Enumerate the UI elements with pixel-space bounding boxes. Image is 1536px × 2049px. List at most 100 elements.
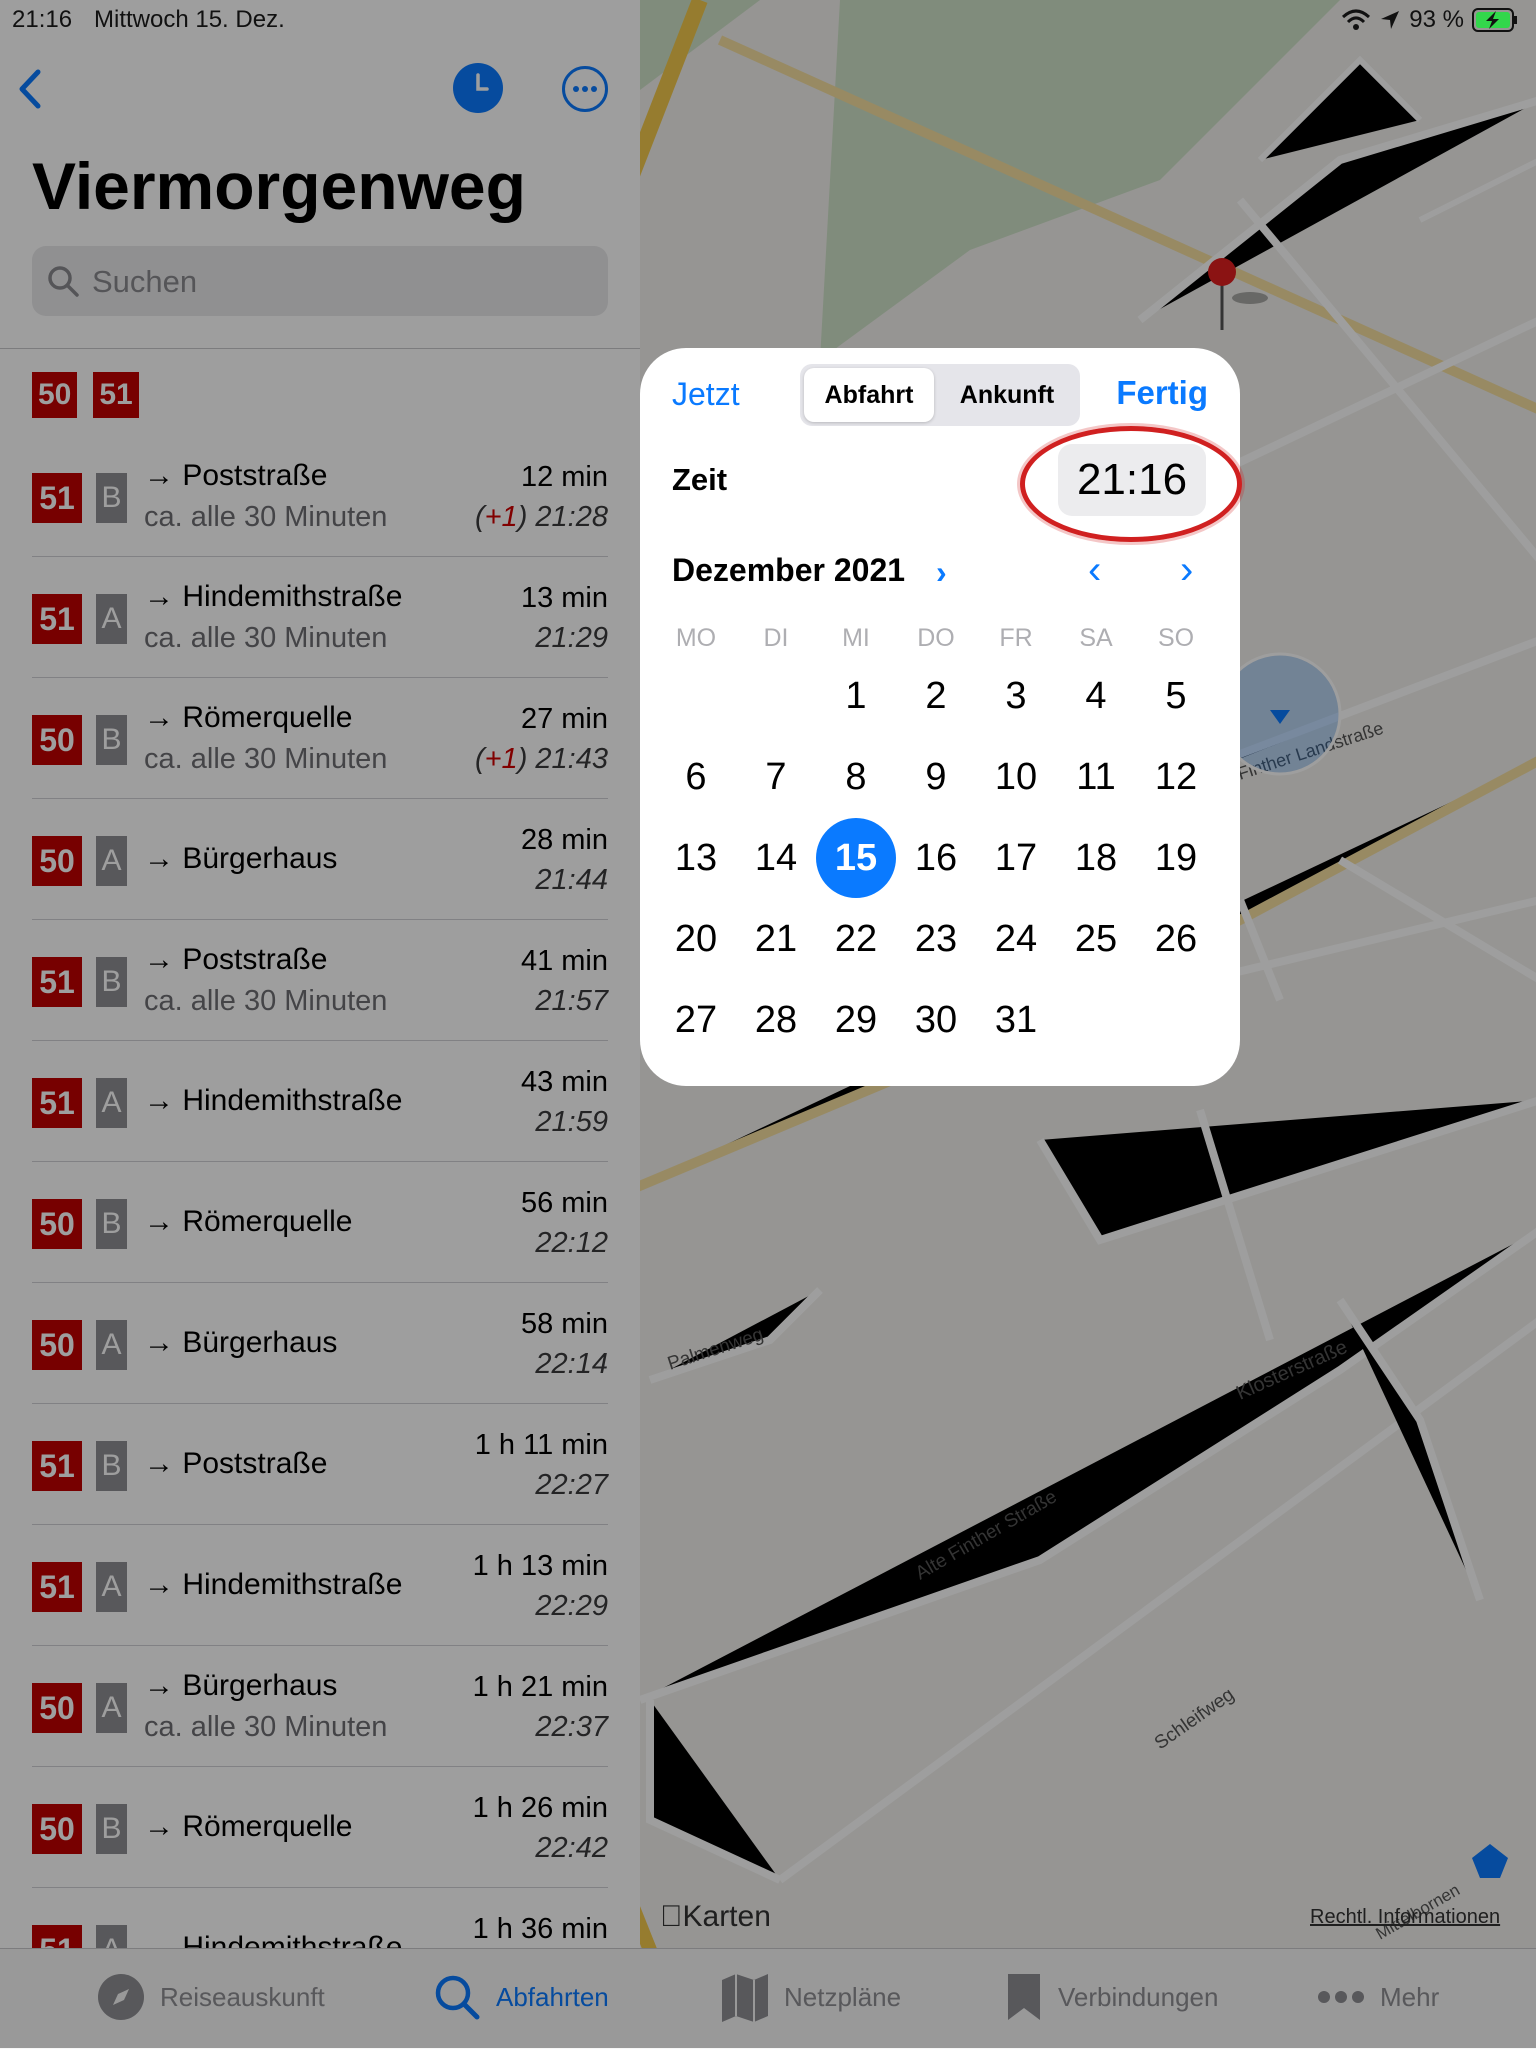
calendar-day[interactable]: 3 (976, 656, 1056, 736)
calendar-day[interactable]: 28 (736, 980, 816, 1060)
search-icon (435, 1975, 480, 2020)
line-badge: 51 (32, 957, 82, 1007)
departure-time: 22:42 (535, 1832, 608, 1865)
calendar-day[interactable]: 1 (816, 656, 896, 736)
line-badge: 51 (32, 594, 82, 644)
departure-time: 22:29 (535, 1590, 608, 1623)
done-button[interactable]: Fertig (1116, 374, 1208, 412)
time-field[interactable]: 21:16 (1058, 444, 1206, 516)
destination: → Bürgerhaus (144, 1669, 338, 1702)
calendar-day[interactable]: 31 (976, 980, 1056, 1060)
weekday-header: FR (999, 624, 1033, 652)
tab-abfahrten[interactable]: Abfahrten (432, 1975, 609, 2020)
departure-arrival-segmented-control: Abfahrt Ankunft (800, 364, 1080, 426)
calendar-day[interactable]: 30 (896, 980, 976, 1060)
map-icon (722, 1974, 768, 2022)
departure-row[interactable]: 50 A → Bürgerhaus ca. alle 30 Minuten 1 h 21… (32, 1645, 608, 1767)
line-filter-badge[interactable]: 50 (32, 372, 78, 418)
calendar-day[interactable]: 2 (896, 656, 976, 736)
now-button[interactable]: Jetzt (672, 376, 740, 413)
destination: → Hindemithstraße (144, 1568, 403, 1601)
calendar-day[interactable]: 7 (736, 737, 816, 817)
status-bar: 21:16 Mittwoch 15. Dez. 93 % (0, 0, 1536, 38)
calendar-day[interactable]: 18 (1056, 818, 1136, 898)
calendar-day[interactable]: 4 (1056, 656, 1136, 736)
departure-row[interactable]: 51 A → Hindemithstraße ca. alle 30 Minuten 1… (32, 556, 608, 678)
line-badge: 50 (32, 1804, 82, 1854)
weekday-header: SA (1079, 624, 1113, 652)
departure-row[interactable]: 51 B → Poststraße ca. alle 30 Minuten 41 min… (32, 919, 608, 1041)
destination: → Römerquelle (144, 1205, 353, 1238)
calendar-day[interactable]: 10 (976, 737, 1056, 817)
time-value: 22:14 (535, 1348, 608, 1380)
frequency-text: ca. alle 30 Minuten (144, 743, 388, 775)
calendar-day[interactable]: 20 (656, 899, 736, 979)
delay: +1 (484, 501, 518, 533)
time-value: 22:29 (535, 1590, 608, 1622)
minutes-until: 56 min (520, 1187, 608, 1219)
calendar-day[interactable]: 22 (816, 899, 896, 979)
calendar-day[interactable]: 16 (896, 818, 976, 898)
calendar-day[interactable]: 9 (896, 737, 976, 817)
departure-row[interactable]: 50 B → Römerquelle 1 h 26 min 22:42 (32, 1766, 608, 1888)
selected-day[interactable]: 15 (816, 818, 896, 898)
calendar-day[interactable]: 11 (1056, 737, 1136, 817)
minutes-until: 1 h 26 min (472, 1792, 608, 1824)
calendar-day[interactable]: 13 (656, 818, 736, 898)
calendar-day[interactable]: 27 (656, 980, 736, 1060)
departure-row[interactable]: 51 B → Poststraße 1 h 11 min 22:27 (32, 1403, 608, 1525)
departure-row[interactable]: 51 A → Hindemithstraße 43 min 21:59 (32, 1040, 608, 1162)
chevron-right-icon[interactable]: › (936, 554, 947, 591)
calendar-day[interactable]: 26 (1136, 899, 1216, 979)
departure-row[interactable]: 50 A → Bürgerhaus 58 min 22:14 (32, 1282, 608, 1404)
calendar-day[interactable]: 23 (896, 899, 976, 979)
departure-row[interactable]: 51 A → Hindemithstraße 1 h 13 min 22:29 (32, 1524, 608, 1646)
tab-reiseauskunft[interactable]: Reiseauskunft (96, 1974, 325, 2020)
page-title: Viermorgenweg (32, 149, 526, 223)
month-label[interactable]: Dezember 2021 (672, 552, 905, 589)
calendar-day[interactable]: 24 (976, 899, 1056, 979)
calendar-day[interactable]: 6 (656, 737, 736, 817)
svg-text:Schleifweg: Schleifweg (1151, 1684, 1238, 1754)
departure-row[interactable]: 51 B → Poststraße ca. alle 30 Minuten 12 min… (32, 435, 608, 557)
calendar-day[interactable]: 17 (976, 818, 1056, 898)
calendar-day[interactable]: 14 (736, 818, 816, 898)
clock-icon[interactable] (453, 63, 503, 113)
line-badge: 50 (32, 836, 82, 886)
search-input[interactable]: Suchen (32, 246, 608, 316)
back-chevron-icon[interactable] (14, 66, 50, 112)
line-badge: 51 (32, 1562, 82, 1612)
tab-mehr[interactable]: Mehr (1316, 1975, 1439, 2019)
platform-badge: A (96, 1320, 127, 1370)
tab-label: Reiseauskunft (160, 1981, 325, 2012)
departure-row[interactable]: 50 B → Römerquelle ca. alle 30 Minuten 27 mi… (32, 677, 608, 799)
legal-link[interactable]: Rechtl. Informationen (1310, 1906, 1500, 1929)
minutes-until: 58 min (520, 1308, 608, 1340)
line-filter: 50 51 (32, 372, 139, 418)
previous-month-icon[interactable]: ‹ (1088, 548, 1101, 593)
calendar-day[interactable]: 25 (1056, 899, 1136, 979)
line-badge: 51 (32, 1925, 82, 1948)
departure-row[interactable]: 50 A → Bürgerhaus 28 min 21:44 (32, 798, 608, 920)
departure-row[interactable]: 50 B → Römerquelle 56 min 22:12 (32, 1161, 608, 1283)
line-filter-badge[interactable]: 51 (93, 372, 139, 418)
more-options-icon[interactable] (562, 66, 608, 112)
departure-row[interactable]: 51 A → Hindemithstraße 1 h 36 min (32, 1887, 608, 1948)
tab-verbindungen[interactable]: Verbindungen (1004, 1974, 1218, 2020)
segment-ankunft[interactable]: Ankunft (938, 368, 1076, 422)
tab-netzplaene[interactable]: Netzpläne (720, 1974, 901, 2022)
next-month-icon[interactable]: › (1180, 548, 1193, 593)
platform-badge: B (96, 1804, 127, 1854)
calendar-day[interactable]: 12 (1136, 737, 1216, 817)
departure-time: 22:37 (535, 1711, 608, 1744)
calendar-day[interactable]: 5 (1136, 656, 1216, 736)
departure-time: 21:29 (535, 622, 608, 655)
calendar-day[interactable]: 29 (816, 980, 896, 1060)
calendar-day[interactable]: 8 (816, 737, 896, 817)
time-value: 22:27 (535, 1469, 608, 1501)
segment-abfahrt[interactable]: Abfahrt (804, 368, 934, 422)
calendar-day[interactable]: 21 (736, 899, 816, 979)
location-arrow-icon (1381, 11, 1400, 29)
calendar-day[interactable]: 19 (1136, 818, 1216, 898)
frequency-text: ca. alle 30 Minuten (144, 985, 388, 1017)
